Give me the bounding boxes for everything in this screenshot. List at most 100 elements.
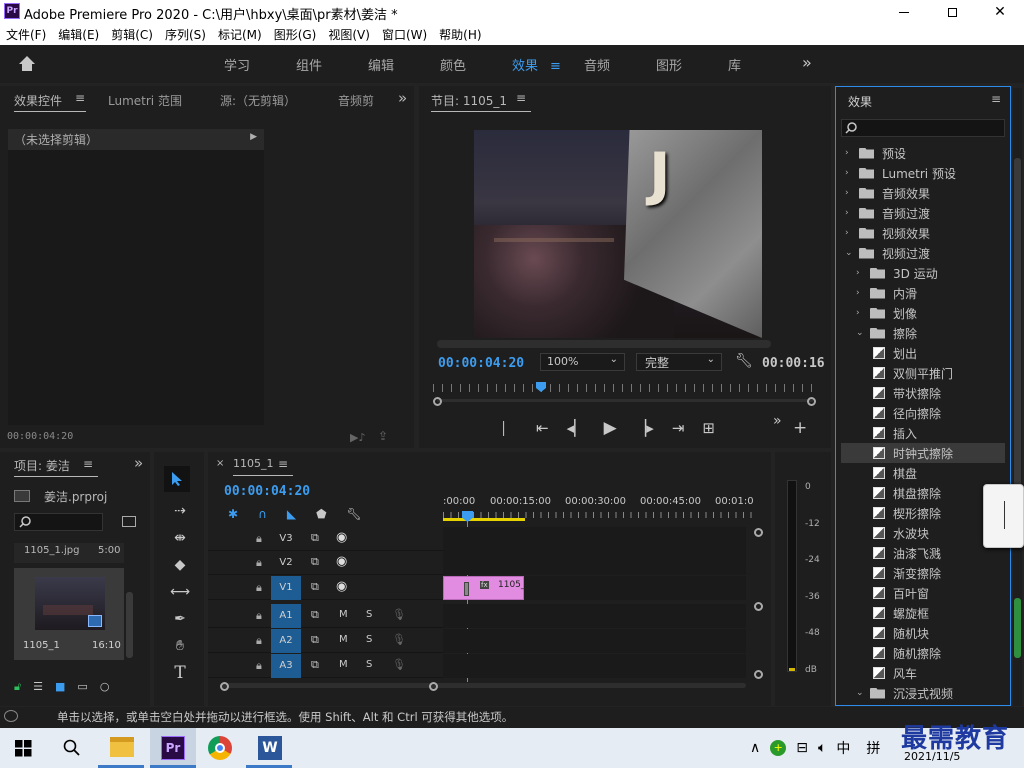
- ime-mode-label[interactable]: 拼: [866, 738, 880, 758]
- track-lane[interactable]: [443, 551, 746, 575]
- visibility-eye-icon[interactable]: ◉: [336, 579, 347, 594]
- lock-icon[interactable]: 🔒︎: [256, 634, 262, 648]
- effects-item[interactable]: 时钟式擦除: [841, 443, 1005, 463]
- snap-magnet-icon[interactable]: ∩: [258, 507, 267, 521]
- visibility-eye-icon[interactable]: ◉: [336, 530, 347, 545]
- nest-icon[interactable]: ✱: [228, 507, 238, 521]
- effects-folder[interactable]: › 音频过渡: [841, 203, 1005, 223]
- hscroll-handle-right[interactable]: [429, 682, 438, 691]
- chevron-right-icon[interactable]: ›: [856, 268, 870, 278]
- menu-item-8[interactable]: 帮助(H): [439, 26, 481, 43]
- effects-item[interactable]: 螺旋框: [841, 603, 1005, 623]
- project-search-input[interactable]: [14, 513, 103, 531]
- hscroll-handle-left[interactable]: [220, 682, 229, 691]
- lock-icon[interactable]: 🔒︎: [256, 532, 262, 546]
- home-icon[interactable]: [18, 55, 36, 72]
- more-buttons-icon[interactable]: »: [773, 413, 782, 429]
- playhead-timecode[interactable]: 00:00:04:20: [438, 356, 524, 371]
- more-workspaces-icon[interactable]: »: [802, 53, 812, 72]
- quality-select[interactable]: 完整 ⌄: [636, 353, 722, 371]
- solo-button[interactable]: S: [366, 609, 372, 620]
- effects-item[interactable]: 棋盘擦除: [841, 483, 1005, 503]
- close-icon[interactable]: ✕: [976, 0, 1024, 24]
- more-tabs-icon[interactable]: »: [398, 89, 407, 107]
- effects-item[interactable]: 风车: [841, 663, 1005, 683]
- track-target-V3[interactable]: V3: [271, 529, 301, 549]
- chevron-right-icon[interactable]: ›: [845, 168, 859, 178]
- effects-folder[interactable]: › 音频效果: [841, 183, 1005, 203]
- track-lane[interactable]: [443, 604, 746, 628]
- menu-item-6[interactable]: 视图(V): [328, 26, 370, 43]
- mute-button[interactable]: M: [339, 609, 348, 620]
- effects-item[interactable]: 插入: [841, 423, 1005, 443]
- effects-item[interactable]: 渐变擦除: [841, 563, 1005, 583]
- sequence-tab[interactable]: 1105_1: [233, 457, 274, 470]
- work-area-bar[interactable]: [443, 518, 525, 521]
- lock-icon[interactable]: 🔒︎: [256, 609, 262, 623]
- effects-folder[interactable]: ⌄ 视频过渡: [841, 243, 1005, 263]
- timeline-hscroll[interactable]: [220, 683, 746, 688]
- track-lane[interactable]: [443, 527, 746, 551]
- effects-item[interactable]: 划出: [841, 343, 1005, 363]
- effects-folder[interactable]: ⌄ 沉浸式视频: [841, 683, 1005, 703]
- effects-item[interactable]: 双侧平推门: [841, 363, 1005, 383]
- menu-item-7[interactable]: 窗口(W): [382, 26, 427, 43]
- effects-folder[interactable]: › 内滑: [841, 283, 1005, 303]
- chevron-right-icon[interactable]: ›: [856, 308, 870, 318]
- filter-icon[interactable]: ▶♪: [350, 431, 365, 444]
- track-target-A3[interactable]: A3: [271, 654, 301, 678]
- list-view-icon[interactable]: ☰: [33, 680, 43, 694]
- visibility-eye-icon[interactable]: ◉: [336, 554, 347, 569]
- type-tool-icon[interactable]: T: [168, 660, 192, 687]
- chrome-icon[interactable]: [208, 736, 232, 760]
- workspace-tab-4[interactable]: 效果 ≡: [512, 55, 584, 74]
- export-icon[interactable]: ⇪: [378, 429, 388, 443]
- go-to-in-icon[interactable]: ⇤: [536, 419, 549, 437]
- effects-scrollbar[interactable]: [1013, 88, 1022, 706]
- play-icon[interactable]: ▶: [604, 418, 617, 438]
- lock-icon[interactable]: 🔓︎: [14, 680, 21, 694]
- chevron-down-icon[interactable]: ⌄: [856, 328, 870, 338]
- lock-icon[interactable]: 🔒︎: [256, 581, 262, 595]
- lock-icon[interactable]: 🔒︎: [256, 659, 262, 673]
- slip-icon[interactable]: ⟷: [168, 579, 192, 606]
- icon-view-icon[interactable]: ■: [55, 680, 65, 694]
- chevron-right-icon[interactable]: ›: [845, 228, 859, 238]
- zoom-handle-right[interactable]: [807, 397, 816, 406]
- add-button-icon[interactable]: +: [793, 418, 807, 438]
- menu-item-2[interactable]: 剪辑(C): [111, 26, 153, 43]
- tray-chevron-up-icon[interactable]: ∧: [750, 740, 760, 756]
- voiceover-mic-icon[interactable]: 🎙︎: [392, 658, 406, 671]
- tray-app-icon[interactable]: +: [770, 740, 787, 756]
- workspace-tab-3[interactable]: 颜色: [440, 55, 512, 74]
- voiceover-mic-icon[interactable]: 🎙︎: [392, 633, 406, 646]
- track-target-A1[interactable]: A1: [271, 604, 301, 628]
- sync-lock-icon[interactable]: ⧉: [311, 633, 319, 647]
- play-arrow-icon[interactable]: ▶: [250, 132, 257, 142]
- scroll-handle[interactable]: [754, 670, 763, 679]
- effects-item[interactable]: 径向擦除: [841, 403, 1005, 423]
- zoom-select[interactable]: 100% ⌄: [540, 353, 625, 371]
- effects-item[interactable]: 百叶窗: [841, 583, 1005, 603]
- sync-lock-icon[interactable]: ⧉: [311, 531, 319, 545]
- windows-start-icon[interactable]: [15, 740, 32, 757]
- timeline-timecode[interactable]: 00:00:04:20: [224, 484, 310, 499]
- workspace-menu-icon[interactable]: ≡: [550, 59, 561, 74]
- track-lane[interactable]: [443, 629, 746, 653]
- track-target-V2[interactable]: V2: [271, 553, 301, 573]
- sync-lock-icon[interactable]: ⧉: [311, 555, 319, 569]
- floating-popup[interactable]: [983, 484, 1024, 548]
- hand-icon[interactable]: ✋︎: [168, 633, 192, 660]
- add-marker-icon[interactable]: ⬟: [316, 507, 326, 521]
- solo-button[interactable]: S: [366, 659, 372, 670]
- effects-item[interactable]: 水波块: [841, 523, 1005, 543]
- menu-item-1[interactable]: 编辑(E): [58, 26, 99, 43]
- transition-marker[interactable]: [464, 582, 469, 596]
- effects-search-input[interactable]: [841, 119, 1005, 137]
- menu-item-3[interactable]: 序列(S): [165, 26, 206, 43]
- ime-label[interactable]: 中: [836, 738, 850, 758]
- sync-lock-icon[interactable]: ⧉: [311, 580, 319, 594]
- linked-selection-icon[interactable]: ◣: [287, 507, 296, 521]
- chevron-right-icon[interactable]: ›: [845, 148, 859, 158]
- mute-button[interactable]: M: [339, 634, 348, 645]
